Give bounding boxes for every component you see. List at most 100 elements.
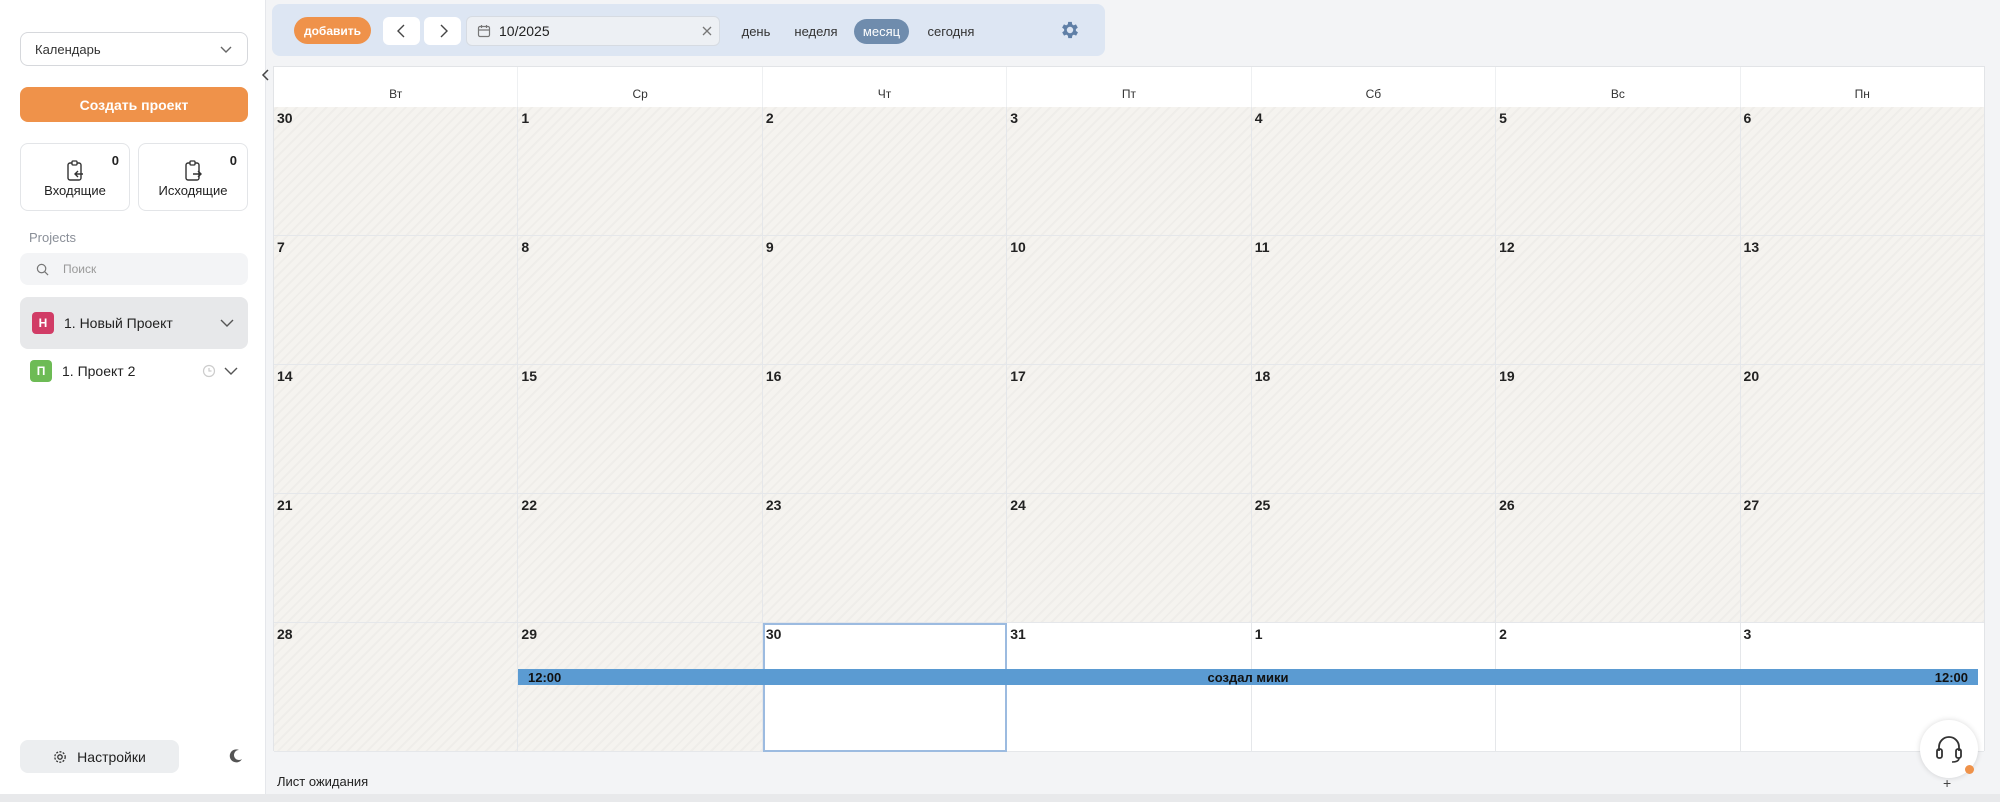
day-cell[interactable]: 8 bbox=[518, 236, 763, 365]
weekday-label: Вт bbox=[274, 67, 519, 107]
incoming-box[interactable]: 0 Входящие bbox=[20, 143, 130, 211]
outgoing-box[interactable]: 0 Исходящие bbox=[138, 143, 248, 211]
day-cell[interactable]: 25 bbox=[1251, 494, 1497, 623]
day-number: 14 bbox=[277, 368, 293, 384]
day-cell[interactable]: 4 bbox=[1251, 107, 1497, 236]
view-month-button[interactable]: месяц bbox=[854, 19, 909, 44]
clock-icon[interactable] bbox=[202, 364, 216, 378]
day-cell[interactable]: 30 bbox=[274, 107, 519, 236]
day-cell[interactable]: 16 bbox=[762, 365, 1008, 494]
day-cell[interactable]: 15 bbox=[518, 365, 763, 494]
chevron-left-icon bbox=[396, 24, 404, 38]
day-cell[interactable]: 26 bbox=[1496, 494, 1741, 623]
chevron-down-icon[interactable] bbox=[224, 364, 238, 378]
day-number: 18 bbox=[1254, 368, 1271, 384]
day-cell[interactable]: 9 bbox=[762, 236, 1008, 365]
clipboard-out-icon bbox=[185, 160, 202, 181]
day-cell[interactable]: 14 bbox=[274, 365, 519, 494]
day-cell[interactable]: 1 bbox=[518, 107, 763, 236]
day-number: 1 bbox=[1254, 626, 1263, 642]
project-item[interactable]: Н 1. Новый Проект bbox=[20, 297, 248, 349]
day-cell[interactable]: 3 bbox=[1007, 107, 1252, 236]
chevron-right-icon bbox=[440, 24, 448, 38]
prev-button[interactable] bbox=[383, 17, 420, 45]
chevron-down-icon[interactable] bbox=[220, 316, 234, 330]
day-number: 11 bbox=[1254, 239, 1270, 255]
day-cell[interactable]: 12 bbox=[1496, 236, 1741, 365]
weekday-label: Пн bbox=[1854, 87, 1870, 101]
day-cell[interactable]: 17 bbox=[1007, 365, 1252, 494]
day-number: 24 bbox=[1010, 497, 1026, 513]
project-search[interactable]: Поиск bbox=[20, 253, 248, 285]
day-number: 23 bbox=[765, 497, 782, 513]
day-number: 31 bbox=[1010, 626, 1026, 642]
day-number: 15 bbox=[521, 368, 537, 384]
day-cell[interactable]: 10 bbox=[1007, 236, 1252, 365]
day-number: 12 bbox=[1499, 239, 1515, 255]
plus-icon[interactable]: + bbox=[1943, 775, 1951, 791]
calendar-icon bbox=[477, 25, 491, 38]
day-number: 25 bbox=[1254, 497, 1271, 513]
app: Календарь Создать проект 0 Входящие 0 Ис… bbox=[0, 0, 2000, 802]
day-cell[interactable]: 31 bbox=[1007, 623, 1252, 752]
moon-icon[interactable] bbox=[228, 748, 244, 764]
week-row: 14 15 16 17 18 19 20 bbox=[274, 365, 1984, 494]
view-week-button[interactable]: неделя bbox=[790, 19, 842, 44]
day-cell[interactable]: 27 bbox=[1740, 494, 1984, 623]
day-number: 29 bbox=[521, 626, 537, 642]
day-cell[interactable]: 18 bbox=[1251, 365, 1497, 494]
view-day-button[interactable]: день bbox=[736, 19, 776, 44]
close-icon[interactable] bbox=[701, 25, 713, 37]
create-project-button[interactable]: Создать проект bbox=[20, 87, 248, 122]
clipboard-in-icon bbox=[67, 160, 83, 181]
day-cell[interactable]: 23 bbox=[762, 494, 1008, 623]
outgoing-count: 0 bbox=[229, 153, 237, 168]
support-button[interactable] bbox=[1920, 720, 1978, 778]
weekday-label: Ср bbox=[518, 67, 763, 107]
day-cell[interactable]: 20 bbox=[1740, 365, 1984, 494]
waiting-list-link[interactable]: Лист ожидания bbox=[277, 774, 368, 789]
day-number: 17 bbox=[1010, 368, 1026, 384]
date-picker[interactable]: 10/2025 bbox=[466, 16, 720, 46]
calendar-toolbar: добавить 10/2025 день неделя месяц сегод… bbox=[272, 4, 1105, 56]
day-cell[interactable]: 19 bbox=[1496, 365, 1741, 494]
day-cell[interactable]: 24 bbox=[1007, 494, 1252, 623]
day-cell[interactable]: 5 bbox=[1496, 107, 1741, 236]
search-icon bbox=[36, 263, 49, 275]
week-row: 28 29 30 31 1 2 3 bbox=[274, 623, 1984, 752]
day-number: 2 bbox=[765, 110, 774, 126]
calendar-select[interactable]: Календарь bbox=[20, 32, 248, 66]
event-end-time: 12:00 bbox=[1934, 669, 1968, 685]
settings-label: Настройки bbox=[77, 748, 146, 765]
today-button[interactable]: сегодня bbox=[920, 19, 982, 44]
day-cell[interactable]: 2 bbox=[762, 107, 1008, 236]
gear-icon[interactable] bbox=[1059, 19, 1081, 41]
day-cell[interactable]: 6 bbox=[1740, 107, 1984, 236]
project-name: 1. Новый Проект bbox=[64, 315, 173, 331]
calendar-event[interactable]: 12:00 создал мики 12:00 bbox=[518, 669, 1978, 685]
day-cell[interactable]: 1 bbox=[1251, 623, 1497, 752]
day-cell[interactable]: 7 bbox=[274, 236, 519, 365]
project-name: 1. Проект 2 bbox=[62, 363, 136, 379]
day-number: 4 bbox=[1254, 110, 1263, 126]
day-cell[interactable]: 2 bbox=[1496, 623, 1741, 752]
calendar-select-label: Календарь bbox=[35, 41, 101, 57]
day-cell[interactable]: 11 bbox=[1251, 236, 1497, 365]
day-cell[interactable]: 29 bbox=[518, 623, 763, 752]
day-number: 26 bbox=[1499, 497, 1515, 513]
next-button[interactable] bbox=[424, 17, 461, 45]
day-cell[interactable]: 13 bbox=[1740, 236, 1984, 365]
week-row: 7 8 9 10 11 12 13 bbox=[274, 236, 1984, 365]
week-row: 30 1 2 3 4 5 6 bbox=[274, 107, 1984, 236]
project-item[interactable]: П 1. Проект 2 bbox=[20, 346, 248, 396]
settings-button[interactable]: Настройки bbox=[20, 740, 179, 773]
day-cell-selected[interactable]: 30 bbox=[762, 623, 1008, 752]
collapse-sidebar-icon[interactable] bbox=[259, 68, 273, 82]
chevron-down-icon bbox=[220, 46, 232, 53]
day-cell[interactable]: 21 bbox=[274, 494, 519, 623]
day-cell[interactable]: 28 bbox=[274, 623, 519, 752]
day-cell[interactable]: 22 bbox=[518, 494, 763, 623]
headset-icon bbox=[1936, 736, 1962, 763]
day-number: 16 bbox=[765, 368, 782, 384]
add-button[interactable]: добавить bbox=[294, 17, 371, 44]
